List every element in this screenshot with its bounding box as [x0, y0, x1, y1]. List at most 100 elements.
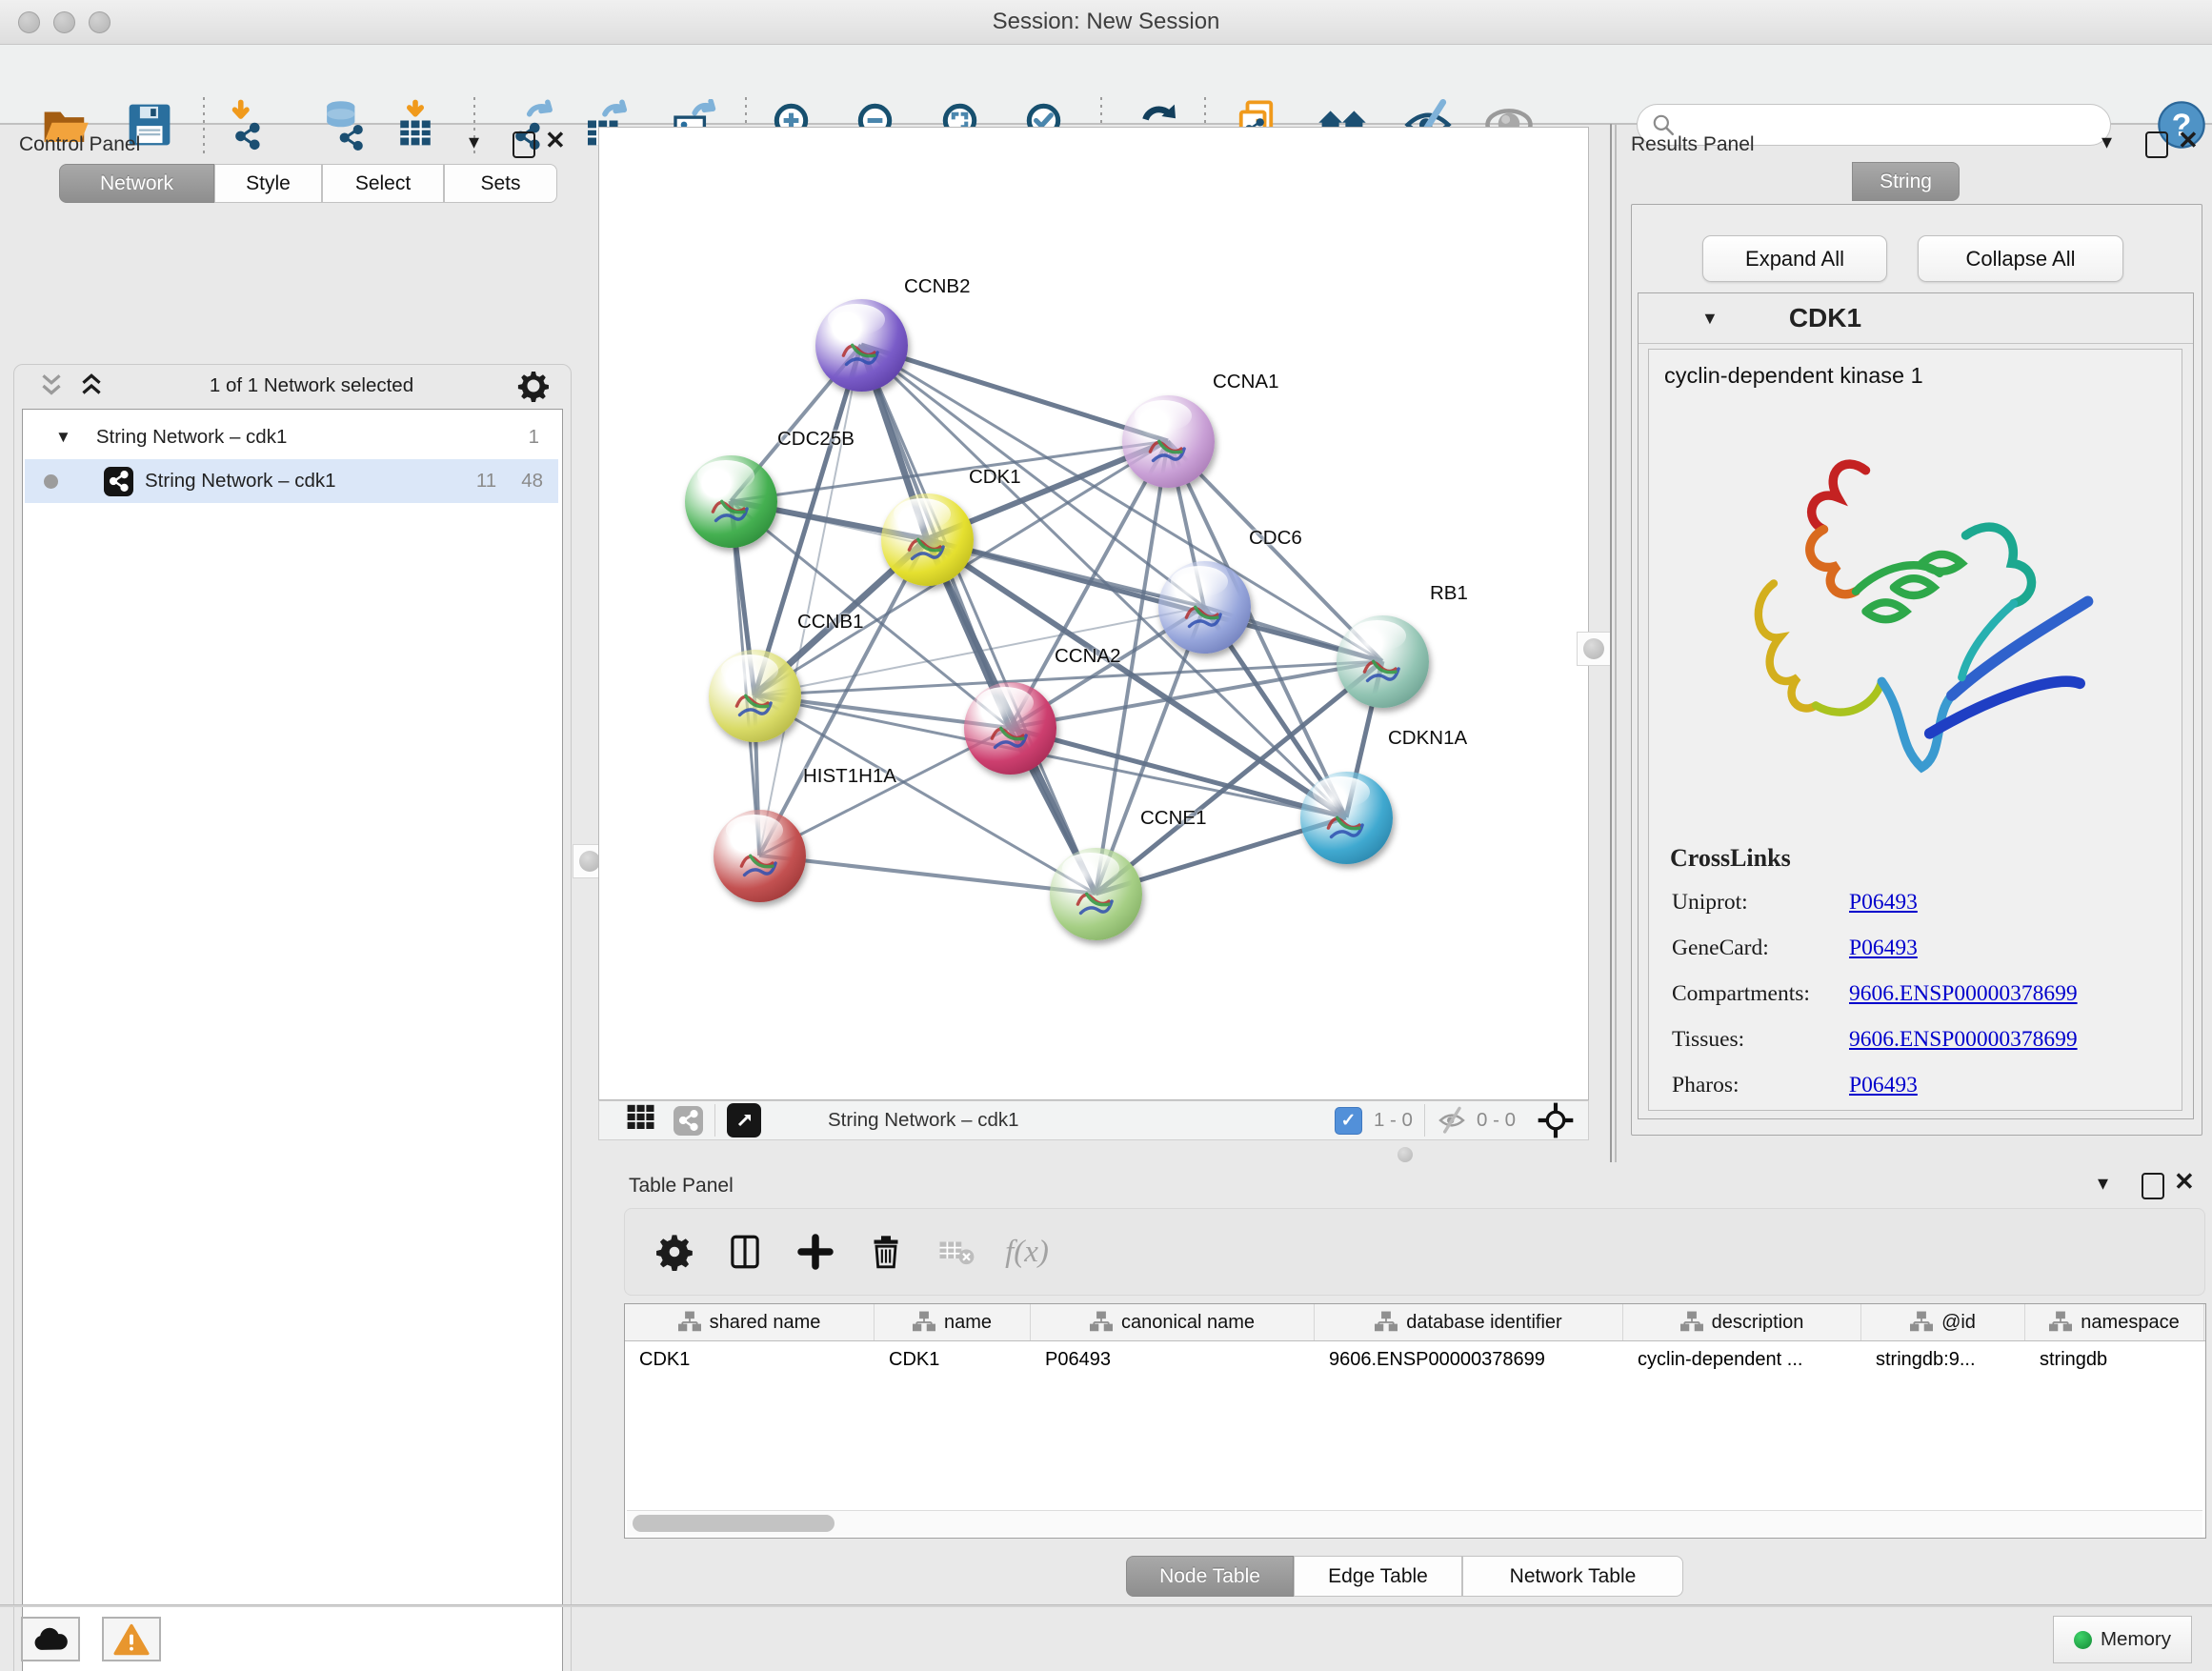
column-header[interactable]: database identifier — [1315, 1304, 1623, 1340]
table-panel-title: Table Panel — [629, 1175, 734, 1198]
network-node[interactable] — [1158, 561, 1251, 654]
network-node[interactable] — [1050, 848, 1142, 940]
column-header[interactable]: @id — [1861, 1304, 2025, 1340]
tab-edge-table[interactable]: Edge Table — [1294, 1556, 1462, 1597]
network-node-label: CCNB1 — [797, 611, 864, 634]
close-panel-icon[interactable]: ✕ — [545, 126, 566, 154]
crosslink-label: GeneCard: — [1672, 936, 1849, 961]
network-edge[interactable] — [759, 856, 1096, 894]
control-panel-title: Control Panel — [19, 133, 140, 156]
control-panel: Control Panel ▾ ✕ Network Style Select S… — [0, 124, 585, 1587]
float-panel-icon[interactable]: ▾ — [469, 128, 479, 156]
network-node[interactable] — [964, 682, 1056, 775]
network-node[interactable] — [815, 299, 908, 392]
column-tree-icon — [1375, 1311, 1398, 1334]
crosslink[interactable]: P06493 — [1849, 1073, 1918, 1098]
table-cell[interactable]: P06493 — [1031, 1340, 1315, 1379]
column-header[interactable]: shared name — [625, 1304, 875, 1340]
float-panel-icon[interactable]: ▾ — [2098, 1169, 2108, 1198]
gene-details: cyclin-dependent kinase 1 — [1648, 349, 2182, 1111]
network-edge[interactable] — [861, 345, 1168, 441]
tab-network[interactable]: Network — [59, 164, 214, 203]
network-node[interactable] — [1300, 772, 1393, 864]
gear-icon[interactable] — [654, 1231, 695, 1273]
network-list-group: 1 of 1 Network selected ▼ String Network… — [13, 364, 572, 1671]
table-cell[interactable]: stringdb — [2025, 1340, 2204, 1379]
network-row[interactable]: String Network – cdk1 11 48 — [25, 459, 558, 503]
crosshair-icon[interactable] — [1537, 1101, 1575, 1139]
network-node[interactable] — [1122, 395, 1215, 488]
column-tree-icon — [678, 1311, 701, 1334]
table-header-row: shared name name canonical name database… — [625, 1304, 2205, 1341]
table-cell[interactable]: CDK1 — [875, 1340, 1031, 1379]
expand-all-icon[interactable] — [77, 372, 106, 400]
current-network-dot-icon — [44, 474, 58, 489]
table-cell[interactable]: cyclin-dependent ... — [1623, 1340, 1861, 1379]
network-edge[interactable] — [861, 345, 1096, 894]
table-row[interactable]: CDK1CDK1P064939606.ENSP00000378699cyclin… — [625, 1340, 2205, 1379]
add-column-icon[interactable] — [794, 1231, 836, 1273]
network-node[interactable] — [714, 810, 806, 902]
memory-button[interactable]: Memory — [2053, 1616, 2192, 1663]
column-header[interactable]: description — [1623, 1304, 1861, 1340]
gear-icon[interactable] — [517, 370, 550, 402]
maximize-panel-icon[interactable] — [2142, 1173, 2164, 1199]
network-selection-status: 1 of 1 Network selected — [106, 374, 517, 397]
crosslink[interactable]: 9606.ENSP00000378699 — [1849, 1027, 2078, 1053]
cloud-button[interactable] — [21, 1617, 80, 1661]
right-splitter-handle[interactable] — [1577, 632, 1611, 666]
network-canvas[interactable]: CCNB2CCNA1CDC25BCDK1CDC6RB1CCNB1CCNA2CDK… — [598, 127, 1589, 1100]
network-node-label: CDC25B — [777, 428, 855, 451]
tab-network-table[interactable]: Network Table — [1462, 1556, 1683, 1597]
horizontal-splitter-handle[interactable] — [1398, 1147, 1413, 1162]
network-node[interactable] — [685, 455, 777, 548]
scrollbar-thumb[interactable] — [633, 1515, 835, 1532]
network-node-label: CDK1 — [969, 466, 1021, 489]
delete-table-icon — [935, 1231, 977, 1273]
string-network-icon — [104, 467, 133, 496]
warning-button[interactable] — [102, 1617, 161, 1661]
selected-checkbox-icon[interactable]: ✓ — [1335, 1107, 1362, 1135]
horizontal-scrollbar[interactable] — [627, 1510, 2202, 1536]
tab-select[interactable]: Select — [322, 164, 444, 203]
collapse-all-icon[interactable] — [37, 372, 66, 400]
network-node[interactable] — [709, 650, 801, 742]
column-header[interactable]: name — [875, 1304, 1031, 1340]
column-header[interactable]: namespace — [2025, 1304, 2204, 1340]
crosslink[interactable]: P06493 — [1849, 890, 1918, 916]
network-node[interactable] — [881, 493, 974, 586]
birdseye-view-icon[interactable] — [727, 1103, 761, 1137]
node-count: 11 — [476, 470, 496, 493]
maximize-panel-icon[interactable] — [513, 131, 535, 158]
network-collection-row[interactable]: ▼ String Network – cdk1 1 — [25, 415, 558, 459]
grid-view-icon[interactable] — [624, 1103, 658, 1137]
share-view-icon[interactable] — [674, 1106, 703, 1136]
tab-sets[interactable]: Sets — [444, 164, 557, 203]
tab-node-table[interactable]: Node Table — [1126, 1556, 1294, 1597]
table-cell[interactable]: CDK1 — [625, 1340, 875, 1379]
table-cell[interactable]: stringdb:9... — [1861, 1340, 2025, 1379]
column-header[interactable]: canonical name — [1031, 1304, 1315, 1340]
network-node[interactable] — [1337, 615, 1429, 708]
network-tree: ▼ String Network – cdk1 1 String Network… — [22, 409, 563, 1671]
close-panel-icon[interactable]: ✕ — [2174, 1167, 2195, 1196]
network-view-toolbar: String Network – cdk1 ✓ 1 - 0 0 - 0 — [598, 1100, 1589, 1140]
tab-style[interactable]: Style — [214, 164, 322, 203]
collapse-arrow-icon[interactable]: ▼ — [1701, 309, 1719, 329]
delete-column-icon[interactable] — [865, 1231, 907, 1273]
crosslink[interactable]: P06493 — [1849, 936, 1918, 961]
expand-all-button[interactable]: Expand All — [1702, 235, 1887, 282]
collapse-arrow-icon[interactable]: ▼ — [55, 428, 71, 447]
network-view-title: String Network – cdk1 — [828, 1109, 1019, 1132]
maximize-panel-icon[interactable] — [2145, 131, 2168, 158]
crosslink[interactable]: 9606.ENSP00000378699 — [1849, 981, 2078, 1007]
columns-icon[interactable] — [724, 1231, 766, 1273]
table-cell[interactable]: 9606.ENSP00000378699 — [1315, 1340, 1623, 1379]
network-edge[interactable] — [927, 539, 1382, 661]
tab-string[interactable]: String — [1852, 162, 1960, 201]
hidden-counts: 0 - 0 — [1477, 1109, 1516, 1132]
column-tree-icon — [913, 1311, 935, 1334]
collapse-all-button[interactable]: Collapse All — [1918, 235, 2123, 282]
float-panel-icon[interactable]: ▾ — [2101, 128, 2112, 156]
close-panel-icon[interactable]: ✕ — [2178, 126, 2199, 154]
